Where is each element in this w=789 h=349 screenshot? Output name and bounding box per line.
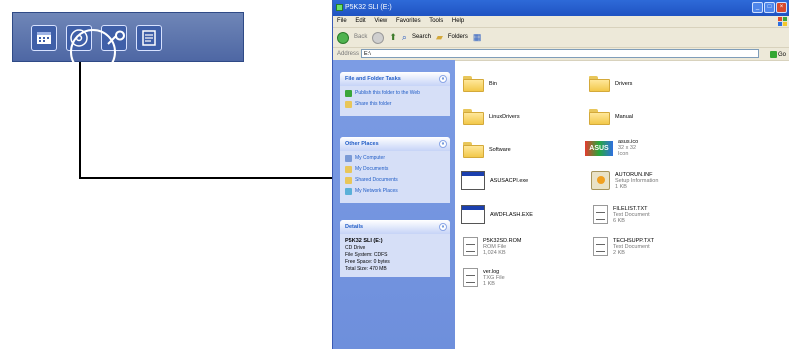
folder-icon: [463, 75, 484, 92]
panel-title[interactable]: File and Folder Tasks «: [340, 72, 450, 86]
panel-file-folder-tasks: File and Folder Tasks « Publish this fold…: [340, 72, 450, 116]
views-icon[interactable]: ▦: [473, 28, 482, 47]
shared-folder-icon: [345, 177, 352, 184]
panel-title[interactable]: Other Places «: [340, 137, 450, 151]
file-list: Bin Drivers LinuxDrivers Manual Software…: [455, 60, 789, 349]
computer-icon: [345, 155, 352, 162]
file-item-linuxdrivers[interactable]: LinuxDrivers: [463, 108, 520, 125]
panel-title[interactable]: Details «: [340, 220, 450, 234]
close-button[interactable]: ×: [776, 2, 787, 13]
file-item-asus-ico[interactable]: ASUS asus.ico 32 x 32 Icon: [585, 139, 638, 157]
file-item-drivers[interactable]: Drivers: [589, 75, 632, 92]
folders-button[interactable]: Folders: [448, 28, 468, 47]
menu-file[interactable]: File: [337, 18, 347, 24]
folder-icon: [463, 141, 484, 158]
network-icon: [345, 188, 352, 195]
go-arrow-icon: [769, 50, 777, 58]
search-icon[interactable]: ⌕: [402, 28, 407, 47]
details-name: P5K32 SLI (E:): [345, 238, 383, 244]
explorer-window: P5K32 SLI (E:) _ □ × File Edit View Favo…: [332, 0, 789, 349]
exe-icon: [461, 171, 485, 190]
file-item-techsupp[interactable]: TECHSUPP.TXT Text Document 2 KB: [593, 237, 654, 256]
collapse-chevron-icon[interactable]: «: [439, 75, 447, 83]
file-item-filelist[interactable]: FILELIST.TXT Text Document 6 KB: [593, 205, 650, 224]
details-type: CD Drive: [345, 245, 366, 251]
task-pane: File and Folder Tasks « Publish this fold…: [333, 60, 455, 349]
text-doc-icon: [593, 237, 608, 256]
folder-icon: [589, 108, 610, 125]
maximize-button[interactable]: □: [764, 2, 775, 13]
menu-tools[interactable]: Tools: [429, 18, 443, 24]
file-item-awdflash[interactable]: AWDFLASH.EXE: [461, 205, 533, 224]
panel-other-places: Other Places « My Computer My Documents S…: [340, 137, 450, 203]
up-folder-icon[interactable]: ⬆: [389, 28, 397, 47]
file-item-ver-log[interactable]: ver.log TXG File 1 KB: [463, 268, 505, 287]
task-publish-web[interactable]: Publish this folder to the Web: [345, 90, 445, 97]
folder-icon: [589, 75, 610, 92]
place-my-computer[interactable]: My Computer: [345, 155, 445, 162]
text-doc-icon: [593, 205, 608, 224]
file-item-software[interactable]: Software: [463, 141, 511, 158]
file-item-manual[interactable]: Manual: [589, 108, 633, 125]
highlight-circle: [70, 29, 116, 75]
globe-icon: [345, 90, 352, 97]
collapse-chevron-icon[interactable]: «: [439, 223, 447, 231]
callout-toolbar: [12, 12, 244, 75]
file-item-autorun[interactable]: AUTORUN.INF Setup Information 1 KB: [591, 171, 658, 190]
menu-favorites[interactable]: Favorites: [396, 18, 421, 24]
calendar-icon[interactable]: [31, 25, 57, 51]
exe-icon: [461, 205, 485, 224]
task-share-folder[interactable]: Share this folder: [345, 101, 445, 108]
address-input[interactable]: E:\: [361, 49, 759, 58]
rom-file-icon: [463, 237, 478, 256]
back-arrow-icon[interactable]: [337, 31, 349, 44]
setup-icon: [591, 171, 610, 190]
log-file-icon: [463, 268, 478, 287]
windows-flag-icon: [778, 17, 787, 26]
window-title: P5K32 SLI (E:): [345, 4, 392, 11]
details-free-space: Free Space: 0 bytes: [345, 259, 390, 265]
asus-icon: ASUS: [585, 140, 613, 156]
menu-help[interactable]: Help: [452, 18, 464, 24]
folders-icon[interactable]: ▰: [436, 28, 443, 47]
panel-details: Details « P5K32 SLI (E:) CD Drive File Sy…: [340, 220, 450, 277]
search-button[interactable]: Search: [412, 28, 431, 47]
drive-icon: [336, 4, 343, 11]
title-bar: P5K32 SLI (E:) _ □ ×: [333, 0, 789, 16]
folder-icon: [463, 108, 484, 125]
back-button[interactable]: Back: [354, 28, 367, 47]
share-folder-icon: [345, 101, 352, 108]
place-network-places[interactable]: My Network Places: [345, 188, 445, 195]
details-total-size: Total Size: 470 MB: [345, 266, 387, 272]
callout-connector-line: [79, 62, 81, 178]
menu-bar: File Edit View Favorites Tools Help: [333, 16, 789, 28]
address-label: Address: [337, 51, 360, 57]
file-item-bin[interactable]: Bin: [463, 75, 497, 92]
collapse-chevron-icon[interactable]: «: [439, 140, 447, 148]
callout-connector-line: [79, 177, 332, 179]
menu-view[interactable]: View: [374, 18, 387, 24]
documents-folder-icon: [345, 166, 352, 173]
forward-arrow-icon[interactable]: [372, 31, 385, 44]
file-item-rom[interactable]: P5K32SD.ROM ROM File 1,024 KB: [463, 237, 522, 256]
toolbar: Back ⬆ ⌕ Search ▰ Folders ▦: [333, 28, 789, 48]
minimize-button[interactable]: _: [752, 2, 763, 13]
place-my-documents[interactable]: My Documents: [345, 166, 445, 173]
file-item-asusacpi[interactable]: ASUSACPI.exe: [461, 171, 528, 190]
details-file-system: File System: CDFS: [345, 252, 388, 258]
place-shared-documents[interactable]: Shared Documents: [345, 177, 445, 184]
document-icon[interactable]: [136, 25, 162, 51]
menu-edit[interactable]: Edit: [355, 18, 365, 24]
